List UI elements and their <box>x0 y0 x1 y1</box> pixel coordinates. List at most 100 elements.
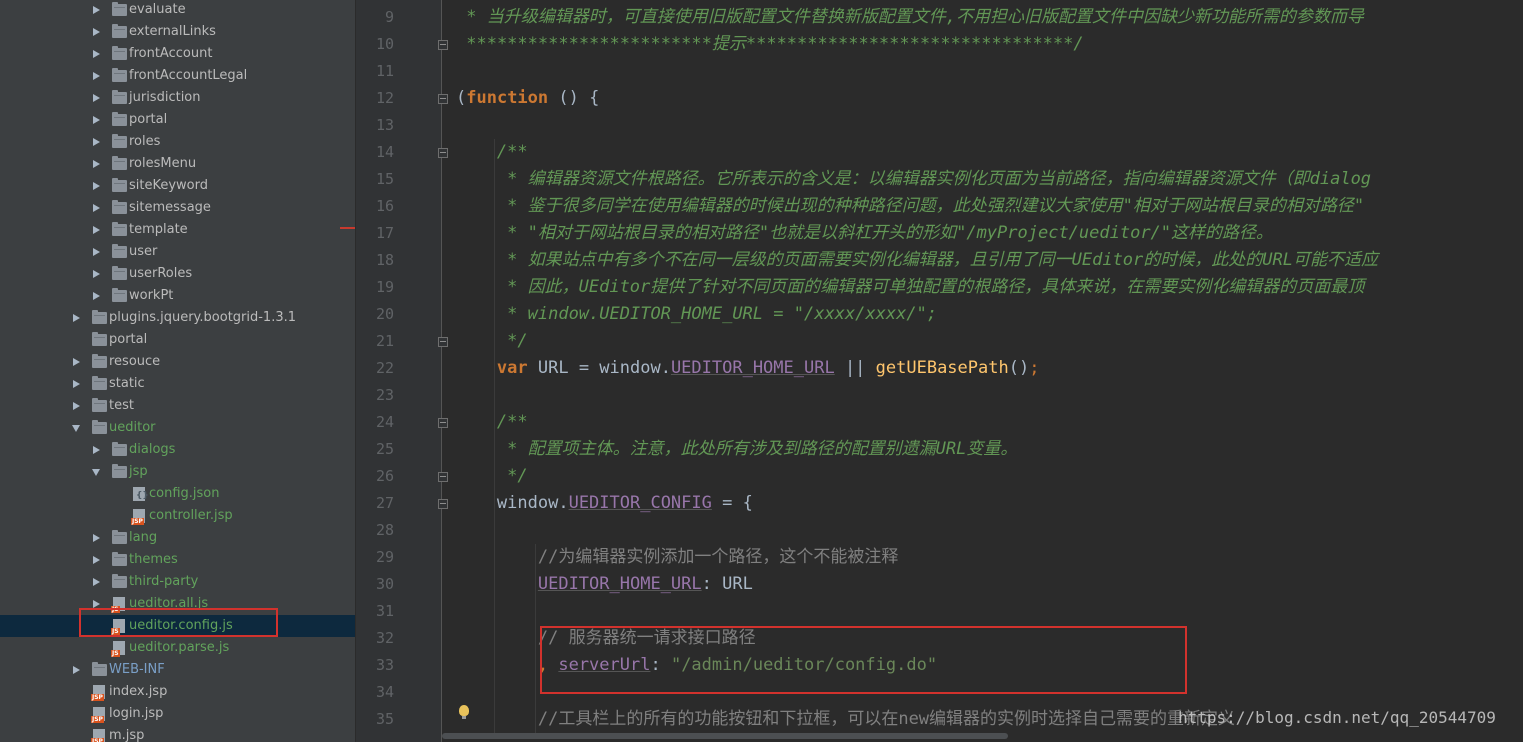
tree-item[interactable]: ueditor.parse.js <box>0 637 355 659</box>
line-number: 10 <box>375 35 394 53</box>
chevron-right-icon[interactable] <box>93 50 100 58</box>
tree-item[interactable]: WEB-INF <box>0 659 355 681</box>
chevron-right-icon[interactable] <box>93 600 100 608</box>
fold-toggle-icon[interactable] <box>438 472 448 482</box>
tree-item[interactable]: login.jsp <box>0 703 355 725</box>
code-line[interactable]: var URL = window.UEDITOR_HOME_URL || get… <box>497 355 1040 382</box>
code-line[interactable]: * "相对于网站根目录的相对路径"也就是以斜杠开头的形如"/myProject/… <box>497 220 1273 247</box>
tree-item[interactable]: config.json <box>0 483 355 505</box>
code-line[interactable]: window.UEDITOR_CONFIG = { <box>497 490 753 517</box>
tree-item[interactable]: static <box>0 373 355 395</box>
chevron-right-icon[interactable] <box>73 358 80 366</box>
tree-item[interactable]: sitemessage <box>0 197 355 219</box>
tree-item[interactable]: template <box>0 219 355 241</box>
tree-item[interactable]: themes <box>0 549 355 571</box>
fold-toggle-icon[interactable] <box>438 148 448 158</box>
fold-toggle-icon[interactable] <box>438 418 448 428</box>
project-tree[interactable]: evaluate externalLinks frontAccount frontAc… <box>0 0 356 742</box>
tree-item[interactable]: roles <box>0 131 355 153</box>
chevron-right-icon[interactable] <box>73 380 80 388</box>
tree-item[interactable]: workPt <box>0 285 355 307</box>
tree-item[interactable]: resouce <box>0 351 355 373</box>
chevron-down-icon[interactable] <box>72 425 80 432</box>
code-line[interactable]: * 鉴于很多同学在使用编辑器的时候出现的种种路径问题，此处强烈建议大家使用"相对… <box>497 193 1364 220</box>
tree-item[interactable]: controller.jsp <box>0 505 355 527</box>
chevron-right-icon[interactable] <box>93 226 100 234</box>
tree-item[interactable]: lang <box>0 527 355 549</box>
chevron-right-icon[interactable] <box>93 292 100 300</box>
chevron-right-icon[interactable] <box>93 248 100 256</box>
line-number: 32 <box>375 629 394 647</box>
chevron-right-icon[interactable] <box>93 160 100 168</box>
chevron-down-icon[interactable] <box>92 469 100 476</box>
tree-item[interactable]: frontAccountLegal <box>0 65 355 87</box>
chevron-right-icon[interactable] <box>73 314 80 322</box>
lightbulb-icon[interactable] <box>459 705 469 719</box>
highlight-box <box>540 626 1187 694</box>
chevron-right-icon[interactable] <box>93 28 100 36</box>
code-line[interactable]: * window.UEDITOR_HOME_URL = "/xxxx/xxxx/… <box>497 301 937 328</box>
code-token: //为编辑器实例添加一个路径，这个不能被注释 <box>537 547 899 567</box>
code-token: ( <box>456 88 467 108</box>
chevron-right-icon[interactable] <box>93 72 100 80</box>
code-line[interactable]: * 如果站点中有多个不在同一层级的页面需要实例化编辑器，且引用了同一UEdito… <box>497 247 1378 274</box>
tree-item[interactable]: index.jsp <box>0 681 355 703</box>
code-line[interactable]: ************************提示**************… <box>456 31 1083 58</box>
code-line[interactable]: UEDITOR_HOME_URL: URL <box>538 571 753 598</box>
code-token: () { <box>548 88 600 108</box>
tree-item[interactable]: user <box>0 241 355 263</box>
chevron-right-icon[interactable] <box>73 402 80 410</box>
tree-item[interactable]: siteKeyword <box>0 175 355 197</box>
code-line[interactable]: (function () { <box>456 85 599 112</box>
tree-item[interactable]: test <box>0 395 355 417</box>
tree-item[interactable]: portal <box>0 109 355 131</box>
code-token: ; <box>1029 358 1040 378</box>
chevron-right-icon[interactable] <box>93 446 100 454</box>
fold-toggle-icon[interactable] <box>438 94 448 104</box>
chevron-right-icon[interactable] <box>93 116 100 124</box>
chevron-right-icon[interactable] <box>93 204 100 212</box>
horizontal-scrollbar[interactable] <box>442 733 1008 739</box>
code-line[interactable]: //为编辑器实例添加一个路径，这个不能被注释 <box>538 544 898 571</box>
tree-item-label: portal <box>129 112 168 127</box>
chevron-right-icon[interactable] <box>93 138 100 146</box>
code-line[interactable]: * 配置项主体。注意，此处所有涉及到路径的配置别遗漏URL变量。 <box>497 436 1017 463</box>
tree-item[interactable]: third-party <box>0 571 355 593</box>
chevron-right-icon[interactable] <box>93 94 100 102</box>
tree-item[interactable]: rolesMenu <box>0 153 355 175</box>
chevron-right-icon[interactable] <box>93 182 100 190</box>
chevron-right-icon[interactable] <box>93 270 100 278</box>
tree-item-label: WEB-INF <box>109 662 165 677</box>
code-line[interactable]: * 因此，UEditor提供了针对不同页面的编辑器可单独配置的根路径，具体来说，… <box>497 274 1364 301</box>
code-line[interactable]: //工具栏上的所有的功能按钮和下拉框，可以在new编辑器的实例时选择自己需要的重… <box>538 706 1235 733</box>
tree-item[interactable]: m.jsp <box>0 725 355 742</box>
code-editor[interactable]: 9 10 11 12 13 14 15 16 17 18 19 20 21 22 23 24 25 26 27 28 2… <box>356 0 1523 742</box>
tree-item[interactable]: plugins.jquery.bootgrid-1.3.1 <box>0 307 355 329</box>
fold-toggle-icon[interactable] <box>438 499 448 509</box>
code-line[interactable]: /** <box>497 409 528 436</box>
tree-item[interactable]: ueditor <box>0 417 355 439</box>
tree-item[interactable]: jurisdiction <box>0 87 355 109</box>
tree-item[interactable]: externalLinks <box>0 21 355 43</box>
code-line[interactable]: */ <box>497 463 527 490</box>
code-line[interactable]: /** <box>497 139 528 166</box>
fold-toggle-icon[interactable] <box>438 337 448 347</box>
chevron-right-icon[interactable] <box>73 666 80 674</box>
code-line[interactable]: */ <box>497 328 527 355</box>
fold-toggle-icon[interactable] <box>438 40 448 50</box>
tree-item[interactable]: jsp <box>0 461 355 483</box>
code-line[interactable]: * 编辑器资源文件根路径。它所表示的含义是：以编辑器实例化页面为当前路径，指向编… <box>497 166 1371 193</box>
tree-item[interactable]: userRoles <box>0 263 355 285</box>
chevron-right-icon[interactable] <box>93 556 100 564</box>
tree-item[interactable]: portal <box>0 329 355 351</box>
tree-item[interactable]: evaluate <box>0 0 355 21</box>
tree-item[interactable]: dialogs <box>0 439 355 461</box>
chevron-right-icon[interactable] <box>93 578 100 586</box>
code-line[interactable]: * 当升级编辑器时，可直接使用旧版配置文件替换新版配置文件,不用担心旧版配置文件… <box>456 4 1364 31</box>
line-number: 34 <box>375 683 394 701</box>
tree-item[interactable]: frontAccount <box>0 43 355 65</box>
chevron-right-icon[interactable] <box>93 6 100 14</box>
code-token: function <box>466 88 549 108</box>
chevron-right-icon[interactable] <box>93 534 100 542</box>
line-number: 30 <box>375 575 394 593</box>
